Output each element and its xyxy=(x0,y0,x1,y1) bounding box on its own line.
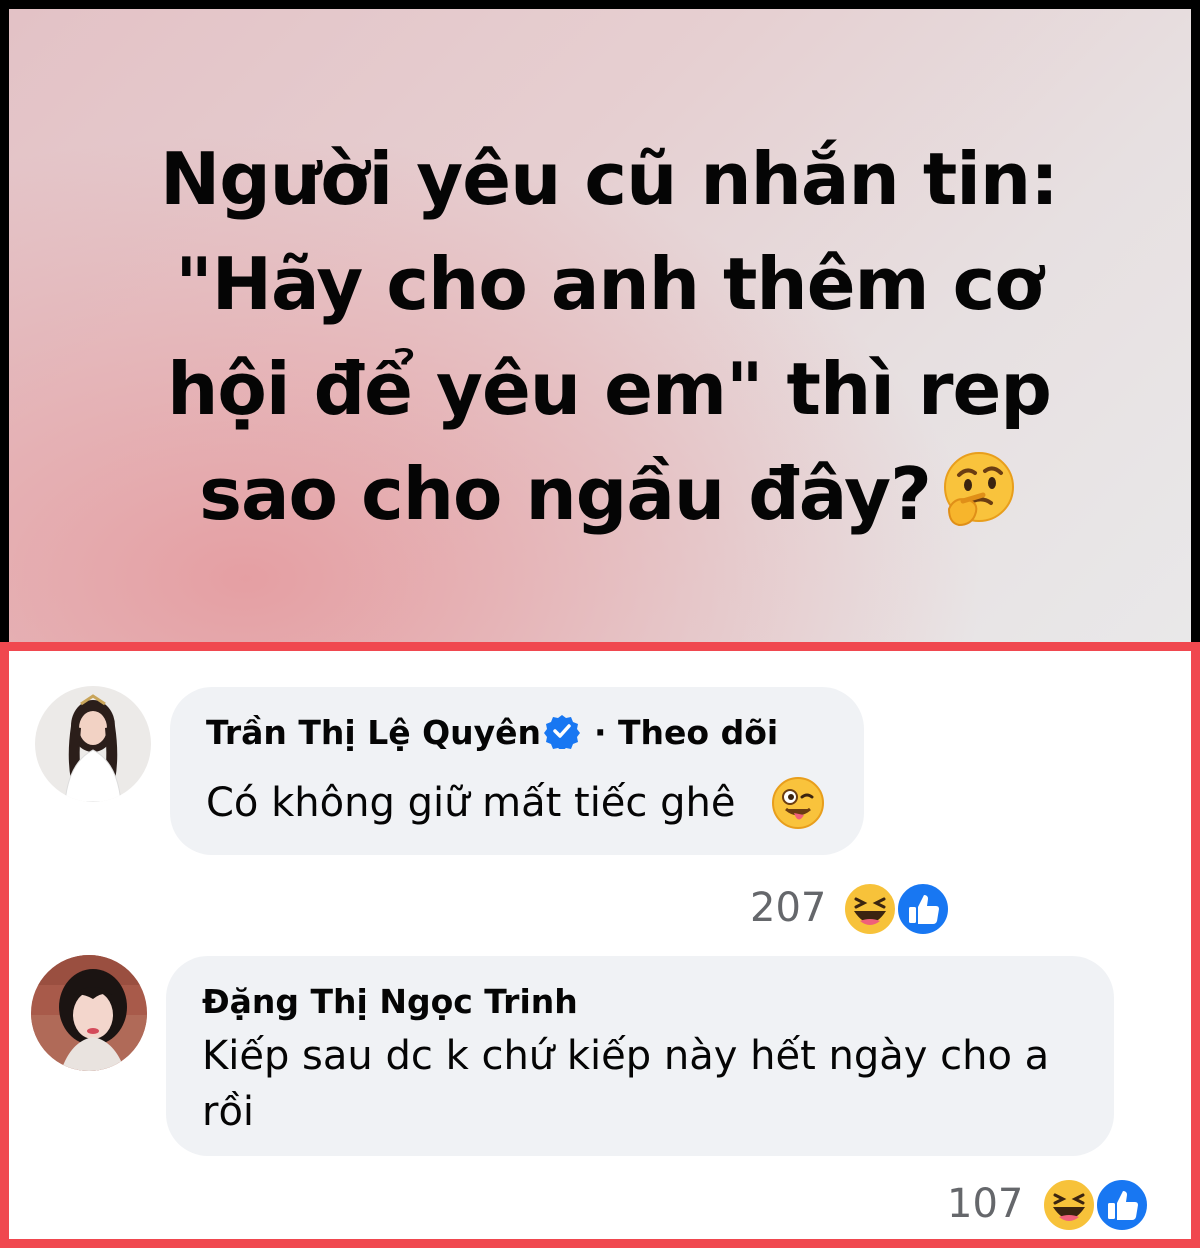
post-line-2: "Hãy cho anh thêm cơ xyxy=(175,242,1044,326)
comment-text: Kiếp sau dc k chứ kiếp này hết ngày cho … xyxy=(202,1033,1050,1135)
verified-badge-icon xyxy=(544,715,580,749)
post-caption: Người yêu cũ nhắn tin: "Hãy cho anh thêm… xyxy=(49,127,1169,547)
avatar[interactable] xyxy=(35,686,151,802)
haha-icon[interactable] xyxy=(842,881,898,937)
winking-face-with-tongue-icon xyxy=(772,777,824,829)
comment-author[interactable]: Đặng Thị Ngọc Trinh xyxy=(202,982,578,1021)
avatar-photo xyxy=(35,686,151,802)
comment-bubble[interactable]: Đặng Thị Ngọc Trinh Kiếp sau dc k chứ ki… xyxy=(166,956,1114,1156)
reaction-count[interactable]: 107 xyxy=(947,1181,1023,1227)
haha-icon[interactable] xyxy=(1041,1177,1097,1233)
comment-bubble[interactable]: Trần Thị Lệ Quyên · Theo dõi Có không gi… xyxy=(170,687,864,855)
comment-author[interactable]: Trần Thị Lệ Quyên xyxy=(206,713,541,752)
like-icon[interactable] xyxy=(1094,1177,1150,1233)
comments-section: Trần Thị Lệ Quyên · Theo dõi Có không gi… xyxy=(0,642,1200,1248)
screenshot-frame: Người yêu cũ nhắn tin: "Hãy cho anh thêm… xyxy=(0,0,1200,1248)
like-icon[interactable] xyxy=(895,881,951,937)
post-line-4: sao cho ngầu đây? xyxy=(199,452,932,536)
avatar[interactable] xyxy=(31,955,147,1071)
post-image: Người yêu cũ nhắn tin: "Hãy cho anh thêm… xyxy=(9,9,1191,642)
comment-text: Có không giữ mất tiếc ghê xyxy=(206,780,736,826)
post-line-1: Người yêu cũ nhắn tin: xyxy=(160,137,1059,221)
reaction-count[interactable]: 207 xyxy=(750,885,826,931)
follow-button[interactable]: · Theo dõi xyxy=(594,713,778,752)
post-line-3: hội để yêu em" thì rep xyxy=(167,347,1052,431)
thinking-face-icon xyxy=(943,452,1014,527)
avatar-photo xyxy=(31,955,147,1071)
